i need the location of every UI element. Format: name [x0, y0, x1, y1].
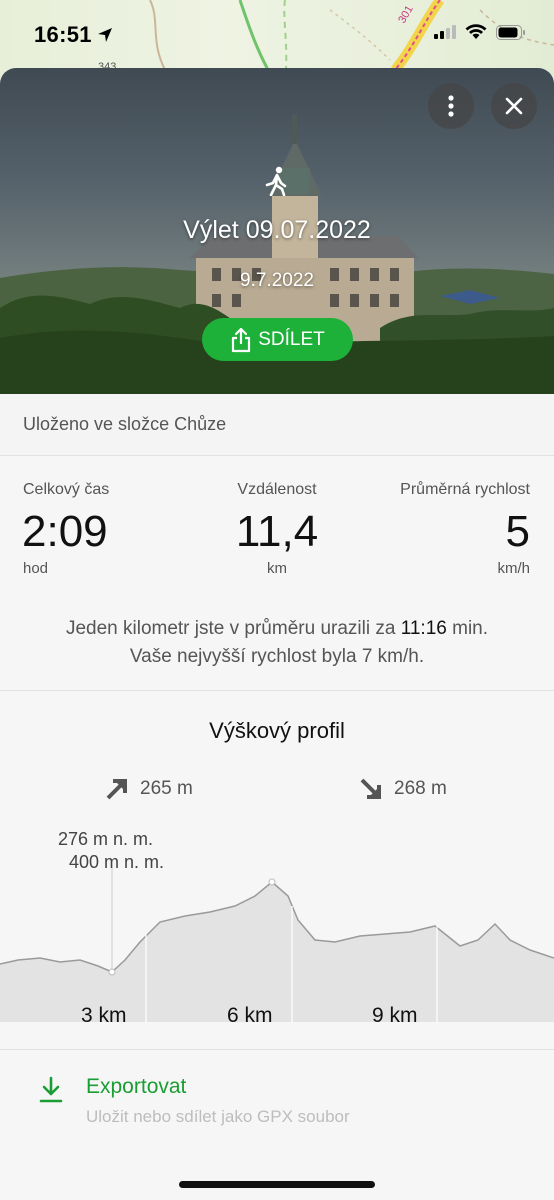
- pace-suffix: min.: [452, 618, 489, 639]
- pace-value: 11:16: [400, 618, 447, 639]
- avg-speed-label: Průměrná rychlost: [400, 481, 530, 498]
- distance-value: 11,4: [235, 507, 319, 556]
- more-vertical-icon: [448, 95, 454, 117]
- export-subtitle: Uložit nebo sdílet jako GPX soubor: [86, 1107, 350, 1126]
- ascent-value: 265 m: [140, 778, 193, 799]
- trip-title: Výlet 09.07.2022: [183, 216, 371, 244]
- elevation-profile-section: Výškový profil 265 m 268 m 276 m n. m. 4…: [0, 692, 554, 1050]
- distance-unit: km: [267, 560, 287, 577]
- descent-arrow-icon: [360, 778, 381, 799]
- avg-speed-unit: km/h: [497, 560, 530, 577]
- folder-text: Uloženo ve složce Chůze: [23, 414, 227, 434]
- download-icon: [39, 1076, 63, 1103]
- home-indicator[interactable]: [179, 1181, 375, 1188]
- elevation-title: Výškový profil: [209, 718, 345, 743]
- descent-stat: 268 m: [358, 776, 447, 802]
- trip-detail-sheet: Výlet 09.07.2022 9.7.2022 SDÍLET Uloženo…: [0, 68, 554, 1200]
- export-button[interactable]: Exportovat Uložit nebo sdílet jako GPX s…: [0, 1051, 554, 1161]
- elevation-area: [0, 882, 554, 1022]
- descent-value: 268 m: [394, 778, 447, 799]
- km-label-3: 3 km: [81, 1004, 127, 1027]
- km-label-9: 9 km: [372, 1004, 418, 1027]
- max-speed-text: Vaše nejvyšší rychlost byla 7 km/h.: [129, 646, 425, 667]
- close-button[interactable]: [491, 83, 537, 129]
- km-label-6: 6 km: [227, 1004, 273, 1027]
- stats-section: Celkový čas 2:09 hod Vzdálenost 11,4 km …: [0, 457, 554, 691]
- status-bar: 16:51: [0, 0, 554, 66]
- signal-icon: [434, 25, 456, 39]
- export-title: Exportovat: [86, 1075, 187, 1098]
- battery-icon: [496, 24, 525, 40]
- ascent-arrow-icon: [106, 779, 127, 800]
- pace-prefix: Jeden kilometr jste v průměru urazili za: [65, 618, 396, 639]
- close-icon: [505, 97, 523, 115]
- ascent-stat: 265 m: [104, 776, 193, 802]
- location-arrow-icon: [98, 28, 112, 42]
- share-icon: [232, 327, 251, 352]
- pace-text: Jeden kilometr jste v průměru urazili za…: [0, 618, 554, 640]
- more-options-button[interactable]: [428, 83, 474, 129]
- status-time: 16:51: [34, 22, 92, 47]
- trip-date: 9.7.2022: [240, 270, 314, 291]
- wifi-icon: [465, 24, 487, 39]
- walking-person-icon: [265, 166, 287, 196]
- elevation-chart: [0, 868, 554, 1022]
- status-icons: [434, 24, 526, 40]
- min-point: [108, 968, 116, 976]
- hero-header: Výlet 09.07.2022 9.7.2022 SDÍLET: [0, 68, 554, 394]
- share-label: SDÍLET: [258, 328, 325, 350]
- avg-speed-value: 5: [505, 507, 530, 556]
- folder-row[interactable]: Uloženo ve složce Chůze: [0, 394, 554, 456]
- share-button[interactable]: SDÍLET: [202, 318, 353, 361]
- max-point: [268, 878, 276, 886]
